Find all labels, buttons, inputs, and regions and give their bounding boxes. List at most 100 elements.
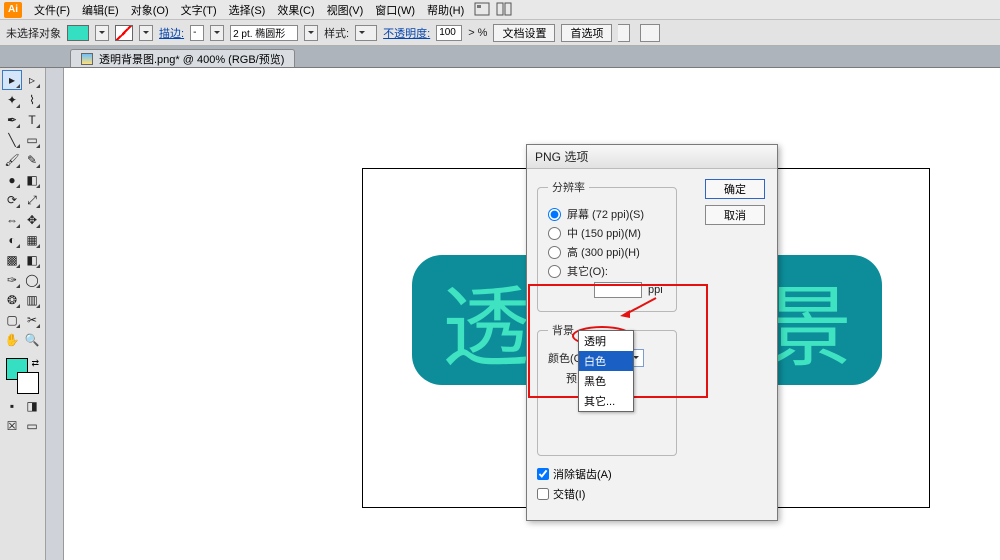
artboard-tool[interactable]: ▢ bbox=[2, 310, 22, 330]
free-transform-tool[interactable]: ✥ bbox=[22, 210, 42, 230]
screen-mode[interactable]: ▭ bbox=[22, 416, 42, 436]
selection-status: 未选择对象 bbox=[6, 25, 61, 41]
symbol-sprayer-tool[interactable]: ❂ bbox=[2, 290, 22, 310]
blob-brush-tool[interactable]: ● bbox=[2, 170, 22, 190]
bridge-icon[interactable] bbox=[474, 2, 492, 18]
menu-edit[interactable]: 编辑(E) bbox=[76, 2, 125, 18]
style-label: 样式: bbox=[324, 25, 349, 41]
width-tool[interactable]: ⇔ bbox=[2, 210, 22, 230]
options-bar: 未选择对象 描边: 样式: 不透明度: > % 文档设置 首选项 bbox=[0, 20, 1000, 46]
cancel-button[interactable]: 取消 bbox=[705, 205, 765, 225]
fill-swatch[interactable] bbox=[67, 25, 89, 41]
line-tool[interactable]: ╲ bbox=[2, 130, 22, 150]
menu-select[interactable]: 选择(S) bbox=[223, 2, 272, 18]
dropdown-selected-value[interactable]: 透明 bbox=[579, 331, 633, 351]
rotate-tool[interactable]: ⟳ bbox=[2, 190, 22, 210]
dropdown-opt-black[interactable]: 黑色 bbox=[579, 371, 633, 391]
toolbox: ▸ ▹ ✦ ⌇ ✒ T ╲ ▭ 🖌 ✎ ● ◧ ⟳ ⤢ ⇔ ✥ ◐ ▦ ▩ ◧ … bbox=[0, 68, 46, 560]
ppi-input[interactable] bbox=[594, 282, 642, 298]
lasso-tool[interactable]: ⌇ bbox=[22, 90, 42, 110]
res-screen-label: 屏幕 (72 ppi)(S) bbox=[567, 206, 644, 222]
background-color[interactable] bbox=[17, 372, 39, 394]
menu-file[interactable]: 文件(F) bbox=[28, 2, 76, 18]
menu-bar: Ai 文件(F) 编辑(E) 对象(O) 文字(T) 选择(S) 效果(C) 视… bbox=[0, 0, 1000, 20]
eraser-tool[interactable]: ◧ bbox=[22, 170, 42, 190]
stroke-none-swatch[interactable] bbox=[115, 25, 133, 41]
align-icon[interactable] bbox=[640, 24, 660, 42]
doc-setup-button[interactable]: 文档设置 bbox=[493, 24, 555, 42]
glyph-left: 透 bbox=[442, 257, 530, 384]
paintbrush-tool[interactable]: 🖌 bbox=[2, 150, 22, 170]
document-tab[interactable]: 透明背景图.png* @ 400% (RGB/预览) bbox=[70, 49, 295, 67]
document-tab-strip: 透明背景图.png* @ 400% (RGB/预览) bbox=[0, 46, 1000, 68]
color-mode-gradient[interactable]: ◨ bbox=[22, 396, 42, 416]
ppi-unit: ppi bbox=[648, 284, 663, 296]
color-mode-none[interactable]: ☒ bbox=[2, 416, 22, 436]
png-options-dialog: PNG 选项 确定 取消 分辨率 屏幕 (72 ppi)(S) 中 (150 p… bbox=[526, 144, 778, 521]
prefs-dropdown[interactable] bbox=[618, 24, 630, 42]
pencil-tool[interactable]: ✎ bbox=[22, 150, 42, 170]
interlace-label: 交错(I) bbox=[553, 486, 585, 502]
app-logo: Ai bbox=[4, 2, 22, 18]
perspective-tool[interactable]: ▦ bbox=[22, 230, 42, 250]
shape-builder-tool[interactable]: ◐ bbox=[2, 230, 22, 250]
document-tab-title: 透明背景图.png* @ 400% (RGB/预览) bbox=[99, 51, 284, 67]
stroke-profile-dropdown[interactable] bbox=[304, 25, 318, 41]
color-mode-solid[interactable]: ▪ bbox=[2, 396, 22, 416]
ok-button[interactable]: 确定 bbox=[705, 179, 765, 199]
stroke-dash[interactable] bbox=[190, 25, 204, 41]
dialog-title[interactable]: PNG 选项 bbox=[527, 145, 777, 169]
opacity-label[interactable]: 不透明度: bbox=[383, 25, 430, 41]
menu-view[interactable]: 视图(V) bbox=[321, 2, 370, 18]
antialias-label: 消除锯齿(A) bbox=[553, 466, 612, 482]
selection-tool[interactable]: ▸ bbox=[2, 70, 22, 90]
menu-effect[interactable]: 效果(C) bbox=[271, 2, 320, 18]
opacity-input[interactable] bbox=[436, 25, 462, 41]
res-other-label: 其它(O): bbox=[567, 263, 608, 279]
blend-tool[interactable]: ◯ bbox=[22, 270, 42, 290]
rectangle-tool[interactable]: ▭ bbox=[22, 130, 42, 150]
type-tool[interactable]: T bbox=[22, 110, 42, 130]
slice-tool[interactable]: ✂ bbox=[22, 310, 42, 330]
res-screen-radio[interactable] bbox=[548, 208, 561, 221]
res-medium-label: 中 (150 ppi)(M) bbox=[567, 225, 641, 241]
magic-wand-tool[interactable]: ✦ bbox=[2, 90, 22, 110]
color-dropdown-open: 透明 白色 黑色 其它... bbox=[578, 330, 634, 412]
res-high-label: 高 (300 ppi)(H) bbox=[567, 244, 640, 260]
stroke-profile[interactable] bbox=[230, 25, 298, 41]
style-dropdown[interactable] bbox=[355, 25, 377, 41]
scale-tool[interactable]: ⤢ bbox=[22, 190, 42, 210]
eyedropper-tool[interactable]: ✑ bbox=[2, 270, 22, 290]
zoom-tool[interactable]: 🔍 bbox=[22, 330, 42, 350]
stroke-swatch-dropdown[interactable] bbox=[139, 25, 153, 41]
menu-type[interactable]: 文字(T) bbox=[175, 2, 223, 18]
canvas-gutter bbox=[46, 68, 64, 560]
res-other-radio[interactable] bbox=[548, 265, 561, 278]
resolution-legend: 分辨率 bbox=[548, 179, 589, 195]
interlace-checkbox[interactable] bbox=[537, 488, 549, 500]
pen-tool[interactable]: ✒ bbox=[2, 110, 22, 130]
dropdown-opt-white[interactable]: 白色 bbox=[579, 351, 633, 371]
antialias-checkbox[interactable] bbox=[537, 468, 549, 480]
menu-object[interactable]: 对象(O) bbox=[125, 2, 175, 18]
res-medium-radio[interactable] bbox=[548, 227, 561, 240]
gradient-tool[interactable]: ◧ bbox=[22, 250, 42, 270]
fill-dropdown[interactable] bbox=[95, 25, 109, 41]
dropdown-opt-other[interactable]: 其它... bbox=[579, 391, 633, 411]
resolution-group: 分辨率 屏幕 (72 ppi)(S) 中 (150 ppi)(M) 高 (300… bbox=[537, 179, 677, 312]
menu-window[interactable]: 窗口(W) bbox=[369, 2, 421, 18]
arrange-icon[interactable] bbox=[496, 2, 514, 18]
prefs-button[interactable]: 首选项 bbox=[561, 24, 612, 42]
mesh-tool[interactable]: ▩ bbox=[2, 250, 22, 270]
stroke-label[interactable]: 描边: bbox=[159, 25, 184, 41]
opacity-pct: > % bbox=[468, 27, 487, 39]
res-high-radio[interactable] bbox=[548, 246, 561, 259]
menu-help[interactable]: 帮助(H) bbox=[421, 2, 470, 18]
direct-selection-tool[interactable]: ▹ bbox=[22, 70, 42, 90]
hand-tool[interactable]: ✋ bbox=[2, 330, 22, 350]
graph-tool[interactable]: ▥ bbox=[22, 290, 42, 310]
swap-colors-icon[interactable]: ⇄ bbox=[31, 358, 39, 369]
color-selector[interactable]: ⇄ bbox=[2, 356, 43, 396]
doc-thumb-icon bbox=[81, 53, 93, 65]
stroke-weight-dropdown[interactable] bbox=[210, 25, 224, 41]
